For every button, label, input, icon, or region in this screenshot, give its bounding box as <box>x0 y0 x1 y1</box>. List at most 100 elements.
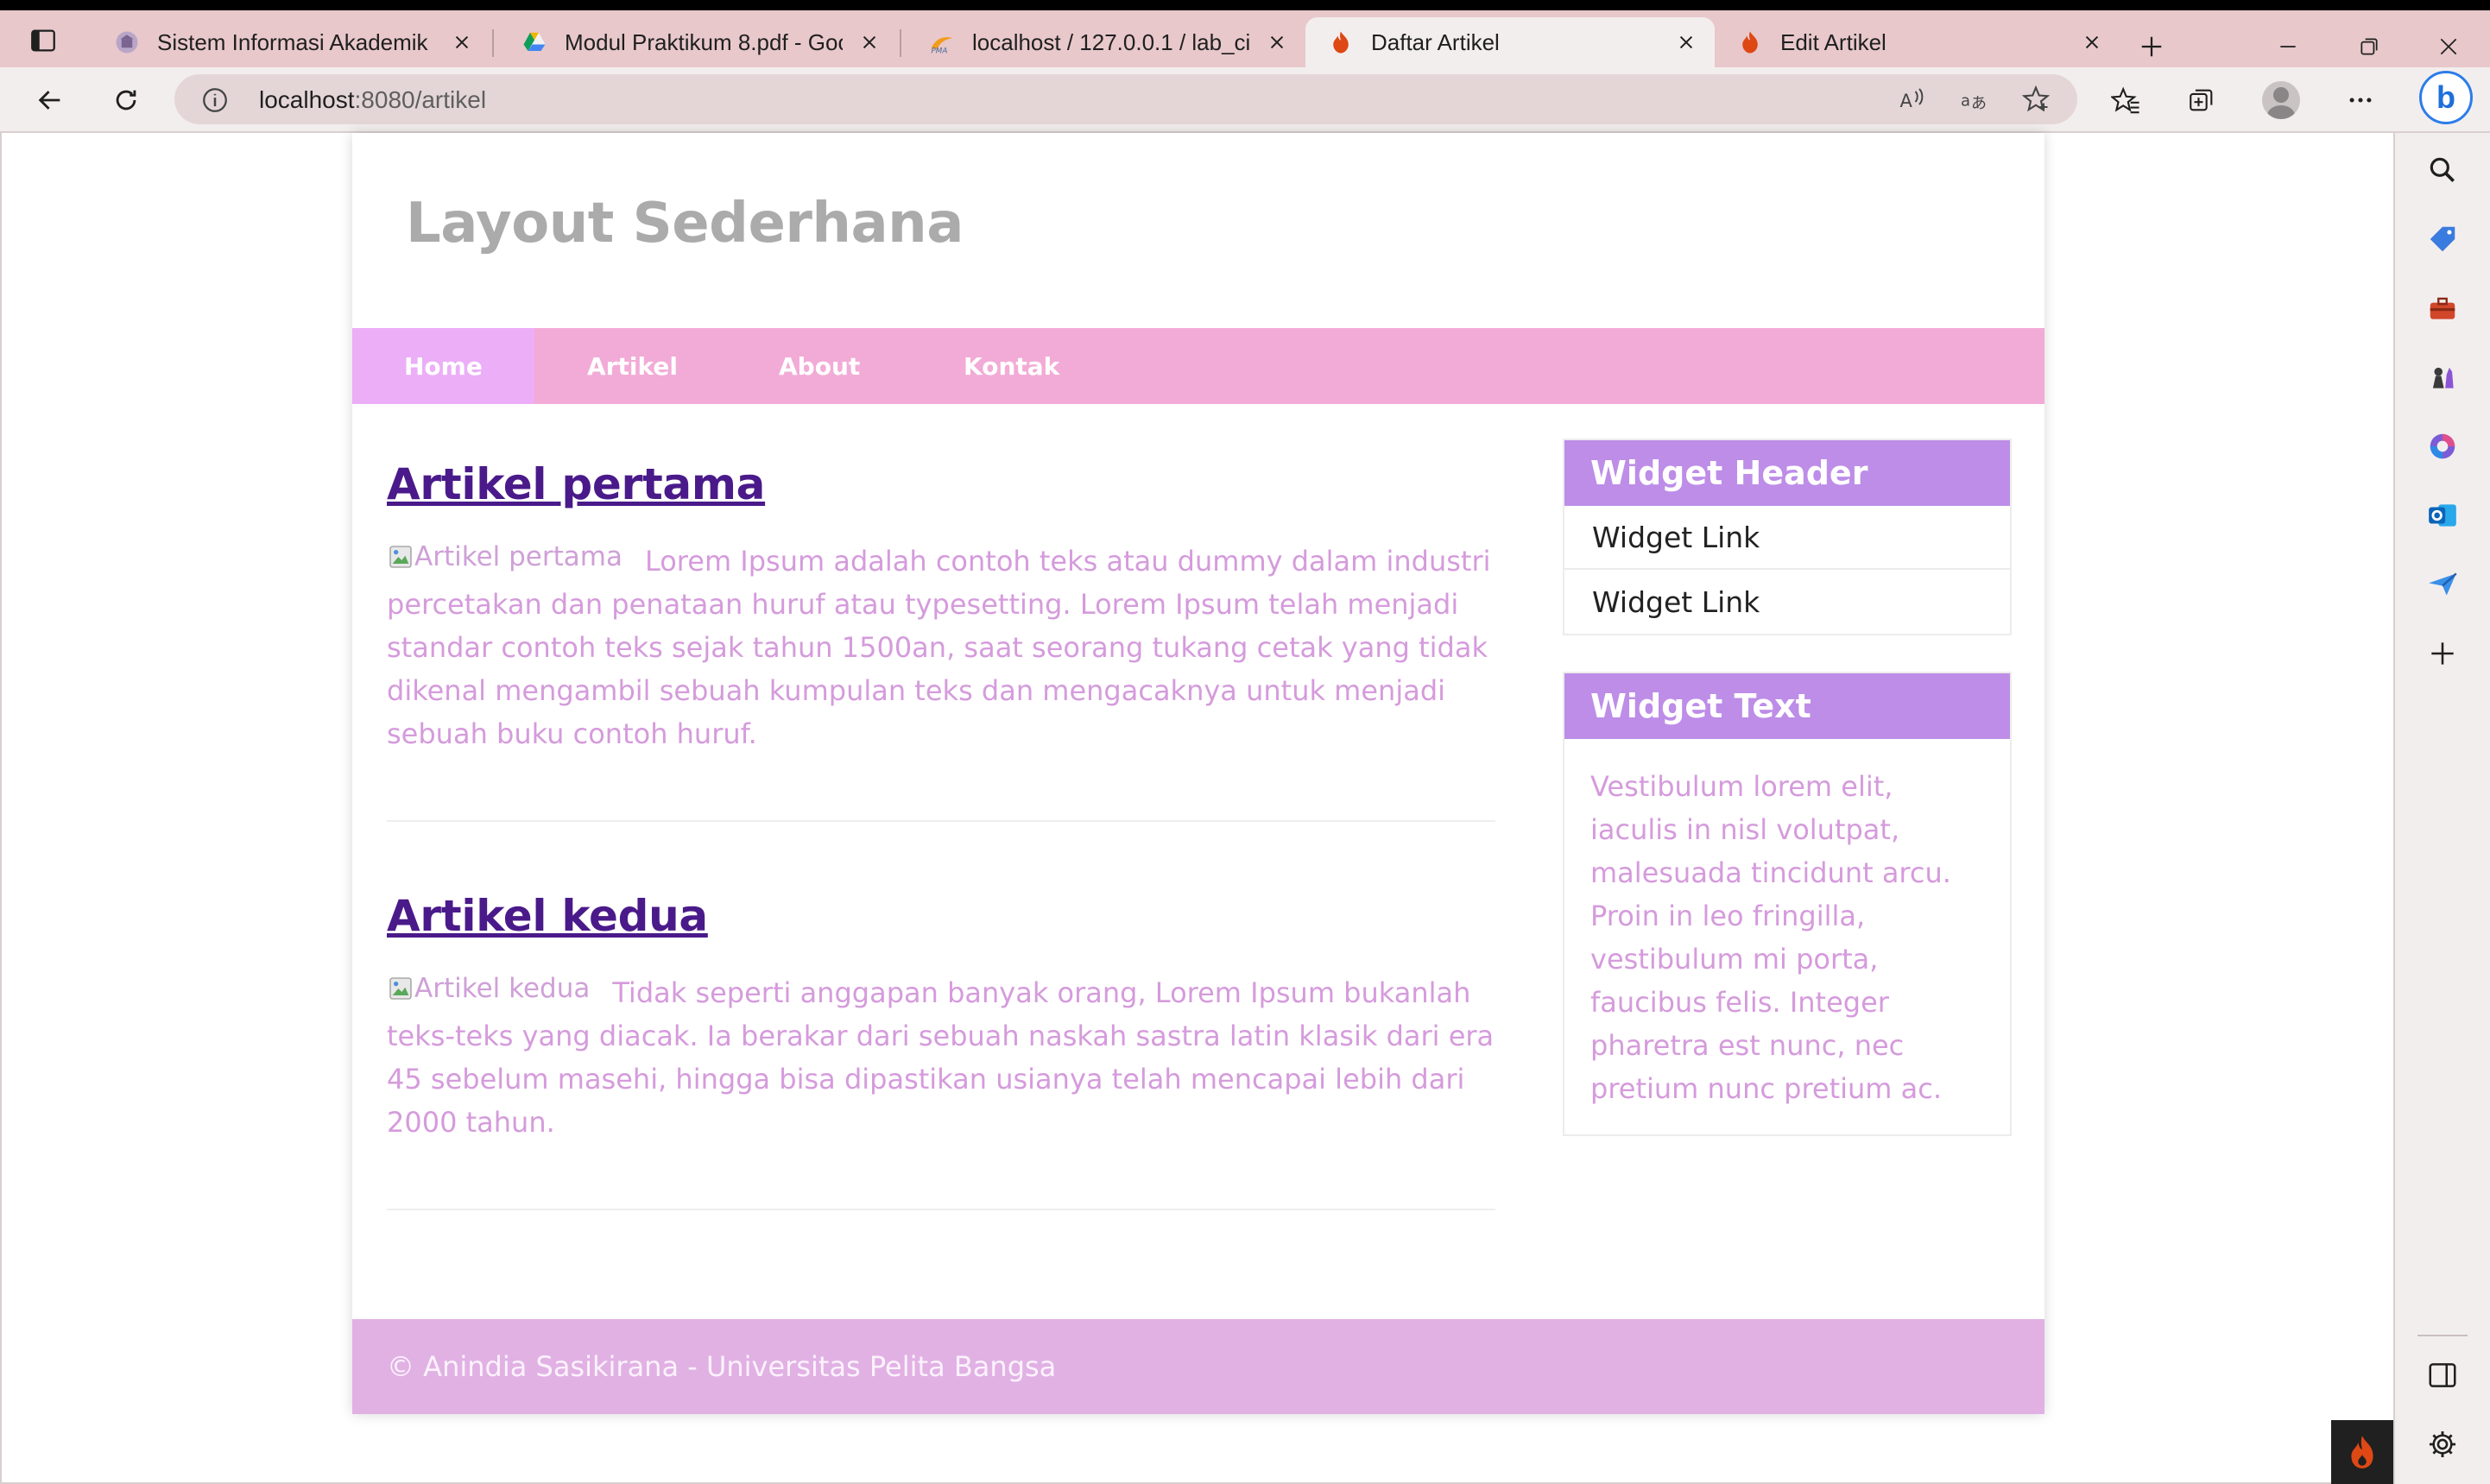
tab-title: Edit Artikel <box>1780 28 1886 55</box>
minimize-icon <box>2280 46 2296 47</box>
tab-phpmyadmin[interactable]: PMA localhost / 127.0.0.1 / lab_ci4 / a <box>907 17 1305 67</box>
site-info-icon[interactable] <box>200 85 230 115</box>
close-tab-icon[interactable] <box>856 29 882 55</box>
google-drive-icon <box>521 29 547 55</box>
close-tab-icon[interactable] <box>449 29 475 55</box>
sidebar-office-button[interactable] <box>2421 425 2464 468</box>
favorites-icon <box>2111 86 2139 114</box>
svg-text:A: A <box>1900 91 1913 111</box>
gear-icon <box>2429 1430 2456 1458</box>
article-image: Artikel kedua <box>387 967 590 1010</box>
sidebar-add-button[interactable] <box>2421 632 2464 675</box>
more-dots-icon <box>2349 98 2372 103</box>
reload-icon <box>116 90 136 111</box>
browser-toolbar: localhost:8080/artikel A aあ <box>0 67 2490 133</box>
plus-icon <box>2431 642 2454 665</box>
url-text[interactable]: localhost:8080/artikel <box>259 86 486 114</box>
restore-button[interactable] <box>2352 29 2386 64</box>
phpmyadmin-icon: PMA <box>929 29 955 55</box>
url-host: localhost <box>259 86 355 113</box>
close-tab-icon[interactable] <box>2079 29 2105 55</box>
tab-edit-artikel[interactable]: Edit Artikel <box>1715 17 2120 67</box>
nav-link-home[interactable]: Home <box>352 328 534 404</box>
settings-menu-button[interactable] <box>2343 83 2378 117</box>
tab-actions-icon <box>31 29 55 52</box>
widget-link[interactable]: Widget Link <box>1564 570 2010 634</box>
search-icon <box>2430 157 2455 183</box>
article-image: Artikel pertama <box>387 535 622 578</box>
tab-title: localhost / 127.0.0.1 / lab_ci4 / a <box>972 28 1250 55</box>
address-bar[interactable]: localhost:8080/artikel A aあ <box>174 74 2077 124</box>
sidebar-split-button[interactable] <box>2421 1354 2464 1397</box>
tab-modul-praktikum[interactable]: Modul Praktikum 8.pdf - Google <box>499 17 898 67</box>
codeigniter-debug-toolbar-button[interactable] <box>2331 1420 2393 1484</box>
widget-text-body: Vestibulum lorem elit, iaculis in nisl v… <box>1590 770 1951 1105</box>
split-panel-icon <box>2429 1363 2456 1387</box>
article-body: Artikel pertama Lorem Ipsum adalah contoh… <box>387 535 1495 755</box>
microsoft365-icon <box>2430 433 2455 459</box>
new-tab-button[interactable] <box>2133 28 2171 66</box>
tab-title: Sistem Informasi Akademik <box>157 28 428 55</box>
widget-header-title: Widget Header <box>1564 440 2010 506</box>
translate-icon[interactable]: aあ <box>1958 84 1989 115</box>
profile-avatar[interactable] <box>2262 81 2300 119</box>
nav-link-about[interactable]: About <box>779 328 860 404</box>
widget-link[interactable]: Widget Link <box>1564 506 2010 570</box>
url-path: :8080/artikel <box>354 86 487 113</box>
favorites-button[interactable] <box>2108 83 2143 117</box>
article-title-link[interactable]: Artikel pertama <box>387 459 765 509</box>
tab-daftar-artikel[interactable]: Daftar Artikel <box>1305 17 1715 67</box>
edge-sidebar <box>2393 133 2490 1484</box>
svg-text:a: a <box>1961 92 1970 111</box>
tab-actions-button[interactable] <box>16 22 71 59</box>
broken-image-icon <box>389 546 412 568</box>
back-button[interactable] <box>29 79 71 121</box>
shopping-tag-icon <box>2430 226 2455 252</box>
codeigniter-icon <box>1328 29 1354 55</box>
sidebar-settings-button[interactable] <box>2421 1423 2464 1466</box>
minimize-button[interactable] <box>2271 29 2305 64</box>
widget-text-title: Widget Text <box>1564 673 2010 739</box>
tab-title: Daftar Artikel <box>1371 28 1500 55</box>
restore-icon <box>2360 38 2378 55</box>
nav-link-artikel[interactable]: Artikel <box>587 328 678 404</box>
codeigniter-flame-icon <box>2351 1436 2373 1468</box>
svg-text:あ: あ <box>1971 95 1987 113</box>
send-drop-icon <box>2429 572 2457 596</box>
add-favorite-icon[interactable] <box>2020 84 2051 115</box>
tab-sistem-informasi[interactable]: Sistem Informasi Akademik <box>92 17 490 67</box>
sidebar-shopping-button[interactable] <box>2421 218 2464 261</box>
sidebar-games-button[interactable] <box>2421 356 2464 399</box>
close-tab-icon[interactable] <box>1264 29 1290 55</box>
widget-header-box: Widget Header Widget Link Widget Link <box>1563 439 2012 635</box>
tab-title: Modul Praktikum 8.pdf - Google <box>565 28 843 55</box>
sidebar-drop-button[interactable] <box>2421 563 2464 606</box>
tab-separator <box>492 29 494 57</box>
main-nav: Home Artikel About Kontak <box>352 328 2044 404</box>
codeigniter-icon <box>1737 29 1763 55</box>
sidebar-search-button[interactable] <box>2421 148 2464 192</box>
sidebar-tools-button[interactable] <box>2421 287 2464 330</box>
close-window-button[interactable] <box>2431 29 2466 64</box>
article-body: Artikel kedua Tidak seperti anggapan bany… <box>387 967 1495 1144</box>
article-image-alt: Artikel kedua <box>414 973 591 1004</box>
page-footer: © Anindia Sasikirana - Universitas Pelit… <box>352 1319 2044 1414</box>
bing-icon: b <box>2436 79 2455 115</box>
broken-image-icon <box>389 977 412 1000</box>
tab-strip: Sistem Informasi Akademik Modul Praktiku… <box>0 10 2490 67</box>
collections-button[interactable] <box>2184 83 2219 117</box>
close-tab-icon[interactable] <box>1673 29 1699 55</box>
bing-copilot-button[interactable]: b <box>2419 71 2473 124</box>
nav-link-kontak[interactable]: Kontak <box>964 328 1059 404</box>
close-icon <box>2440 38 2457 55</box>
read-aloud-icon[interactable]: A <box>1896 84 1927 115</box>
article-title-link[interactable]: Artikel kedua <box>387 891 708 941</box>
back-arrow-icon <box>38 91 60 110</box>
page-viewport: Layout Sederhana Home Artikel About Kont… <box>0 133 2393 1484</box>
sidebar-outlook-button[interactable] <box>2421 494 2464 537</box>
tab-separator <box>900 29 901 57</box>
svg-text:PMA: PMA <box>932 47 948 56</box>
footer-text: © Anindia Sasikirana - Universitas Pelit… <box>387 1350 1057 1383</box>
reload-button[interactable] <box>105 79 147 121</box>
widget-text-box: Widget Text Vestibulum lorem elit, iacul… <box>1563 672 2012 1136</box>
